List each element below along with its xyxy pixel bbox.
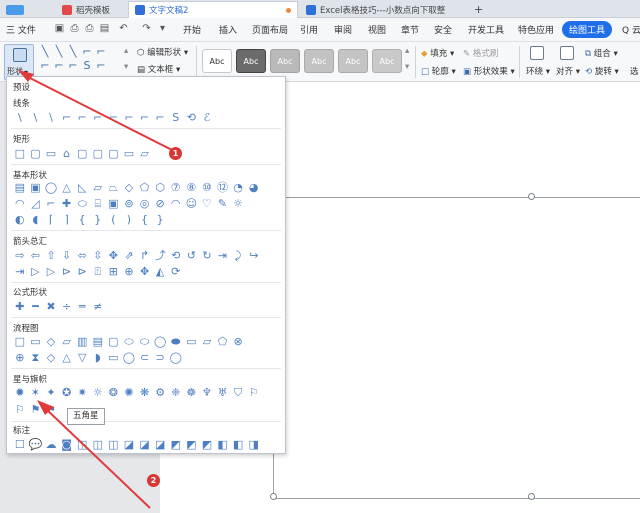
annotation-badge-1: 1 [169, 147, 182, 160]
annotation-arrowhead-2 [37, 400, 54, 415]
annotation-badge-2: 2 [147, 474, 160, 487]
annotation-arrows [18, 70, 173, 509]
annotation-arrow-2 [44, 407, 151, 509]
annotation-arrow-1 [25, 75, 173, 151]
annotation-arrowhead-1 [18, 70, 34, 82]
app-window: 稻壳模板 文字文稿2 Excel表格技巧---小数点向下取整 + 三 文件 ▣ … [0, 0, 640, 513]
